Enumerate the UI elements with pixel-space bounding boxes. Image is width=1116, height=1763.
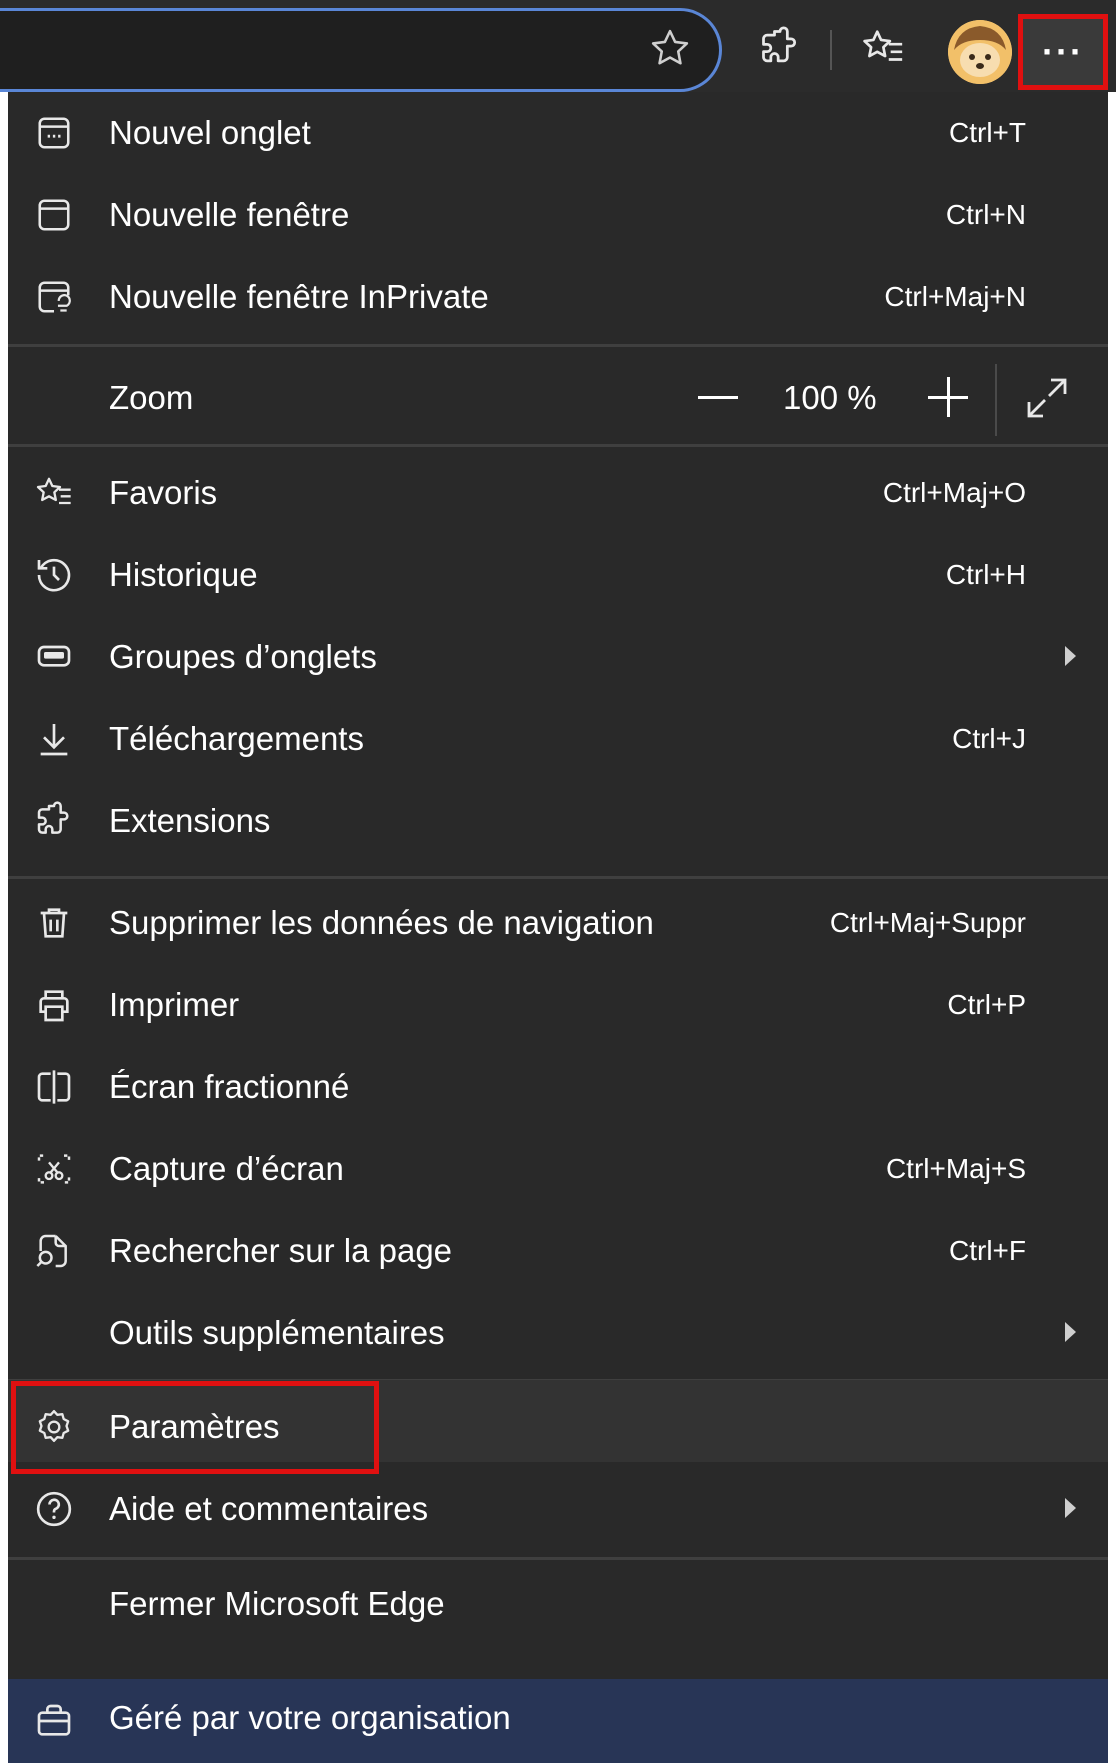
shortcut-label: Ctrl+Maj+Suppr — [829, 907, 1026, 938]
shortcut-label: Ctrl+T — [949, 117, 1026, 148]
menu-item-label: Groupes d’onglets — [109, 638, 377, 675]
screenshot-icon — [34, 1149, 74, 1189]
extensions-icon[interactable] — [752, 20, 808, 76]
new-tab-icon — [34, 113, 74, 153]
menu-item-label: Rechercher sur la page — [109, 1232, 453, 1269]
menu-item-favorites[interactable]: Favoris Ctrl+Maj+O — [8, 452, 1108, 534]
menu-item-label: Nouvelle fenêtre InPrivate — [109, 278, 489, 315]
managed-by-organization[interactable]: Géré par votre organisation — [8, 1679, 1108, 1763]
favorites-icon — [34, 473, 74, 513]
extensions-icon — [34, 801, 74, 841]
menu-item-label: Aide et commentaires — [109, 1490, 429, 1527]
menu-item-label: Imprimer — [109, 986, 240, 1023]
submenu-arrow-icon — [1065, 646, 1076, 666]
menu-item-label: Historique — [109, 556, 258, 593]
menu-item-label: Fermer Microsoft Edge — [109, 1585, 445, 1622]
help-icon — [34, 1489, 74, 1529]
inprivate-window-icon — [34, 277, 74, 317]
menu-item-close-edge[interactable]: Fermer Microsoft Edge — [8, 1563, 1108, 1645]
shortcut-label: Ctrl+N — [945, 199, 1026, 230]
menu-item-label: Téléchargements — [109, 720, 364, 757]
shortcut-label: Ctrl+Maj+S — [885, 1153, 1026, 1184]
zoom-label: Zoom — [109, 379, 194, 416]
menu-item-history[interactable]: Historique Ctrl+H — [8, 534, 1108, 616]
fullscreen-icon[interactable] — [1023, 374, 1073, 424]
menu-item-extensions[interactable]: Extensions — [8, 780, 1108, 862]
menu-item-settings[interactable]: Paramètres — [8, 1386, 1108, 1468]
menu-item-label: Géré par votre organisation — [109, 1699, 511, 1736]
profile-avatar[interactable] — [948, 20, 1012, 84]
shortcut-label: Ctrl+J — [952, 723, 1026, 754]
menu-item-label: Paramètres — [109, 1408, 280, 1445]
menu-item-clear-browsing-data[interactable]: Supprimer les données de navigation Ctrl… — [8, 882, 1108, 964]
menu-divider — [8, 876, 1108, 879]
menu-item-label: Nouvelle fenêtre — [109, 196, 350, 233]
briefcase-icon — [34, 1701, 74, 1741]
split-screen-icon — [34, 1067, 74, 1107]
menu-item-label: Supprimer les données de navigation — [109, 904, 654, 941]
menu-item-new-window[interactable]: Nouvelle fenêtre Ctrl+N — [8, 174, 1108, 256]
shortcut-label: Ctrl+Maj+N — [884, 281, 1026, 312]
menu-divider — [8, 1557, 1108, 1560]
history-icon — [34, 555, 74, 595]
menu-item-new-tab[interactable]: Nouvel onglet Ctrl+T — [8, 92, 1108, 174]
more-button[interactable]: ··· — [1018, 14, 1108, 90]
menu-item-screenshot[interactable]: Capture d’écran Ctrl+Maj+S — [8, 1128, 1108, 1210]
more-icon: ··· — [1042, 31, 1084, 72]
download-icon — [34, 719, 74, 759]
menu-item-downloads[interactable]: Téléchargements Ctrl+J — [8, 698, 1108, 780]
menu-item-zoom: Zoom 100 % — [8, 352, 1108, 444]
gear-icon — [34, 1407, 74, 1447]
menu-item-split-screen[interactable]: Écran fractionné — [8, 1046, 1108, 1128]
menu-item-tab-groups[interactable]: Groupes d’onglets — [8, 616, 1108, 698]
menu-item-help[interactable]: Aide et commentaires — [8, 1468, 1108, 1550]
menu-item-label: Nouvel onglet — [109, 114, 311, 151]
trash-icon — [34, 903, 74, 943]
zoom-in-button[interactable] — [928, 377, 968, 417]
menu-item-inprivate-window[interactable]: Nouvelle fenêtre InPrivate Ctrl+Maj+N — [8, 256, 1108, 338]
new-window-icon — [34, 195, 74, 235]
submenu-arrow-icon — [1065, 1322, 1076, 1342]
menu-item-label: Écran fractionné — [109, 1068, 350, 1105]
shortcut-label: Ctrl+F — [949, 1235, 1026, 1266]
shortcut-label: Ctrl+Maj+O — [882, 477, 1026, 508]
browser-toolbar: ··· — [0, 0, 1116, 92]
menu-item-label: Favoris — [109, 474, 218, 511]
menu-item-more-tools[interactable]: Outils supplémentaires — [8, 1292, 1108, 1374]
toolbar-separator — [830, 30, 832, 70]
settings-menu: Nouvel onglet Ctrl+T Nouvelle fenêtre Ct… — [8, 92, 1108, 1763]
menu-item-label: Capture d’écran — [109, 1150, 344, 1187]
star-outline-icon[interactable] — [642, 20, 698, 76]
zoom-separator — [995, 364, 997, 436]
tab-groups-icon — [34, 637, 74, 677]
submenu-arrow-icon — [1065, 1498, 1076, 1518]
menu-divider — [8, 444, 1108, 447]
find-on-page-icon — [34, 1231, 74, 1271]
shortcut-label: Ctrl+H — [945, 559, 1026, 590]
menu-item-label: Extensions — [109, 802, 271, 839]
printer-icon — [34, 985, 74, 1025]
zoom-level: 100 % — [783, 379, 877, 416]
menu-item-print[interactable]: Imprimer Ctrl+P — [8, 964, 1108, 1046]
zoom-out-button[interactable] — [698, 396, 738, 399]
menu-item-label: Outils supplémentaires — [109, 1314, 445, 1351]
favorites-icon[interactable] — [855, 20, 911, 76]
shortcut-label: Ctrl+P — [947, 989, 1026, 1020]
address-bar[interactable] — [0, 8, 722, 92]
menu-item-find-on-page[interactable]: Rechercher sur la page Ctrl+F — [8, 1210, 1108, 1292]
menu-divider — [8, 344, 1108, 347]
